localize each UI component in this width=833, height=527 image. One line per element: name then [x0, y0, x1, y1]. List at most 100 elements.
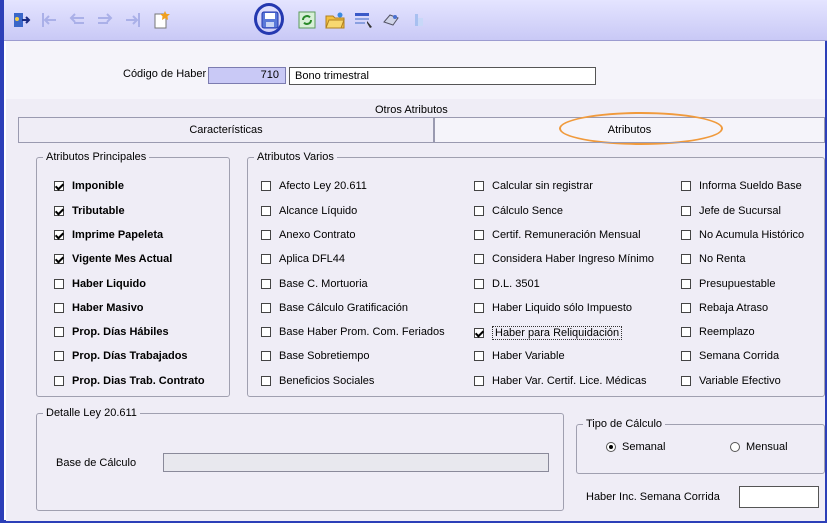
checkbox-base-haber-prom-com-feriados-box[interactable] [261, 327, 271, 337]
checkbox-variable-efectivo-box[interactable] [681, 376, 691, 386]
print-icon[interactable] [380, 9, 402, 31]
checkbox-tributable[interactable]: Tributable [54, 205, 125, 217]
checkbox-base-c-mortuoria-box[interactable] [261, 279, 271, 289]
checkbox-no-renta-box[interactable] [681, 254, 691, 264]
checkbox-reemplazo-box[interactable] [681, 327, 691, 337]
radio-mensual[interactable]: Mensual [730, 441, 788, 453]
checkbox-beneficios-sociales-box[interactable] [261, 376, 271, 386]
checkbox-jefe-de-sucursal-box[interactable] [681, 206, 691, 216]
checkbox-informa-sueldo-base[interactable]: Informa Sueldo Base [681, 180, 802, 192]
checkbox-calcular-sin-registrar-box[interactable] [474, 181, 484, 191]
checkbox-semana-corrida[interactable]: Semana Corrida [681, 350, 779, 362]
checkbox-d-l-3501-box[interactable] [474, 279, 484, 289]
checkbox-rebaja-atraso-box[interactable] [681, 303, 691, 313]
checkbox-haber-para-reliquidacion-label: Haber para Reliquidación [492, 326, 623, 340]
checkbox-considera-haber-ingreso-minimo-box[interactable] [474, 254, 484, 264]
checkbox-prop-dias-trabajados-box[interactable] [54, 351, 64, 361]
radio-semanal[interactable]: Semanal [606, 441, 665, 453]
checkbox-haber-variable[interactable]: Haber Variable [474, 350, 565, 362]
checkbox-vigente-mes-actual[interactable]: Vigente Mes Actual [54, 253, 172, 265]
checkbox-imprime-papeleta-box[interactable] [54, 230, 64, 240]
checkbox-certif-remuneracion-mensual-label: Certif. Remuneración Mensual [492, 229, 641, 241]
checkbox-haber-liquido-solo-impuesto[interactable]: Haber Liquido sólo Impuesto [474, 302, 632, 314]
checkbox-aplica-dfl44[interactable]: Aplica DFL44 [261, 253, 345, 265]
checkbox-no-acumula-historico[interactable]: No Acumula Histórico [681, 229, 804, 241]
last-record-icon[interactable] [122, 9, 144, 31]
checkbox-calcular-sin-registrar[interactable]: Calcular sin registrar [474, 180, 593, 192]
checkbox-afecto-ley-20-611[interactable]: Afecto Ley 20.611 [261, 180, 367, 192]
checkbox-base-haber-prom-com-feriados[interactable]: Base Haber Prom. Com. Feriados [261, 326, 445, 338]
checkbox-base-c-mortuoria[interactable]: Base C. Mortuoria [261, 278, 368, 290]
checkbox-rebaja-atraso[interactable]: Rebaja Atraso [681, 302, 768, 314]
checkbox-no-acumula-historico-label: No Acumula Histórico [699, 229, 805, 241]
tab-caracteristicas[interactable]: Características [18, 117, 434, 142]
radio-semanal-dot[interactable] [606, 442, 616, 452]
base-calculo-input[interactable] [163, 453, 549, 472]
exit-icon[interactable] [10, 9, 32, 31]
checkbox-anexo-contrato[interactable]: Anexo Contrato [261, 229, 355, 241]
next-record-icon[interactable] [94, 9, 116, 31]
checkbox-beneficios-sociales[interactable]: Beneficios Sociales [261, 375, 374, 387]
checkbox-semana-corrida-box[interactable] [681, 351, 691, 361]
checkbox-base-sobretiempo-box[interactable] [261, 351, 271, 361]
semana-corrida-input[interactable] [739, 486, 819, 508]
checkbox-vigente-mes-actual-box[interactable] [54, 254, 64, 264]
checkbox-afecto-ley-20-611-label: Afecto Ley 20.611 [279, 180, 367, 192]
checkbox-haber-var-certif-lice-medicas-box[interactable] [474, 376, 484, 386]
checkbox-presupuestable[interactable]: Presupuestable [681, 278, 775, 290]
checkbox-imprime-papeleta[interactable]: Imprime Papeleta [54, 229, 163, 241]
filter-icon[interactable] [352, 9, 374, 31]
checkbox-haber-liquido-box[interactable] [54, 279, 64, 289]
checkbox-haber-para-reliquidacion-box[interactable] [474, 328, 484, 338]
checkbox-considera-haber-ingreso-minimo[interactable]: Considera Haber Ingreso Mínimo [474, 253, 654, 265]
checkbox-prop-dias-habiles-box[interactable] [54, 327, 64, 337]
new-record-icon[interactable] [150, 9, 172, 31]
checkbox-prop-dias-habiles[interactable]: Prop. Días Hábiles [54, 326, 169, 338]
checkbox-haber-para-reliquidacion[interactable]: Haber para Reliquidación [474, 326, 623, 340]
checkbox-no-renta[interactable]: No Renta [681, 253, 745, 265]
checkbox-prop-dias-trab-contrato-box[interactable] [54, 376, 64, 386]
checkbox-prop-dias-trab-contrato[interactable]: Prop. Dias Trab. Contrato [54, 375, 205, 387]
checkbox-certif-remuneracion-mensual[interactable]: Certif. Remuneración Mensual [474, 229, 641, 241]
checkbox-anexo-contrato-box[interactable] [261, 230, 271, 240]
semana-corrida-label: Haber Inc. Semana Corrida [586, 491, 720, 503]
checkbox-afecto-ley-20-611-box[interactable] [261, 181, 271, 191]
checkbox-alcance-liquido[interactable]: Alcance Líquido [261, 205, 357, 217]
help-icon[interactable] [408, 9, 430, 31]
checkbox-calculo-sence-box[interactable] [474, 206, 484, 216]
checkbox-haber-liquido-solo-impuesto-box[interactable] [474, 303, 484, 313]
checkbox-haber-masivo[interactable]: Haber Masivo [54, 302, 144, 314]
checkbox-tributable-box[interactable] [54, 206, 64, 216]
checkbox-haber-liquido[interactable]: Haber Liquido [54, 278, 146, 290]
checkbox-presupuestable-box[interactable] [681, 279, 691, 289]
checkbox-base-sobretiempo[interactable]: Base Sobretiempo [261, 350, 370, 362]
refresh-icon[interactable] [296, 9, 318, 31]
checkbox-aplica-dfl44-box[interactable] [261, 254, 271, 264]
checkbox-d-l-3501[interactable]: D.L. 3501 [474, 278, 540, 290]
checkbox-jefe-de-sucursal[interactable]: Jefe de Sucursal [681, 205, 781, 217]
checkbox-prop-dias-trabajados[interactable]: Prop. Días Trabajados [54, 350, 188, 362]
atributos-highlight-ring [559, 112, 723, 145]
tabs-divider [18, 142, 825, 143]
checkbox-imponible-box[interactable] [54, 181, 64, 191]
checkbox-haber-variable-box[interactable] [474, 351, 484, 361]
checkbox-calculo-sence[interactable]: Cálculo Sence [474, 205, 563, 217]
checkbox-prop-dias-habiles-label: Prop. Días Hábiles [72, 326, 169, 338]
checkbox-informa-sueldo-base-box[interactable] [681, 181, 691, 191]
checkbox-imponible[interactable]: Imponible [54, 180, 124, 192]
descripcion-haber-input[interactable]: Bono trimestral [289, 67, 596, 85]
checkbox-base-calculo-gratificacion-box[interactable] [261, 303, 271, 313]
checkbox-certif-remuneracion-mensual-box[interactable] [474, 230, 484, 240]
checkbox-reemplazo[interactable]: Reemplazo [681, 326, 755, 338]
prev-record-icon[interactable] [66, 9, 88, 31]
checkbox-no-acumula-historico-box[interactable] [681, 230, 691, 240]
checkbox-base-calculo-gratificacion[interactable]: Base Cálculo Gratificación [261, 302, 408, 314]
codigo-haber-input[interactable]: 710 [208, 67, 286, 84]
first-record-icon[interactable] [38, 9, 60, 31]
radio-mensual-dot[interactable] [730, 442, 740, 452]
checkbox-haber-masivo-box[interactable] [54, 303, 64, 313]
checkbox-alcance-liquido-box[interactable] [261, 206, 271, 216]
open-folder-icon[interactable] [324, 9, 346, 31]
checkbox-variable-efectivo[interactable]: Variable Efectivo [681, 375, 781, 387]
checkbox-haber-var-certif-lice-medicas[interactable]: Haber Var. Certif. Lice. Médicas [474, 375, 646, 387]
